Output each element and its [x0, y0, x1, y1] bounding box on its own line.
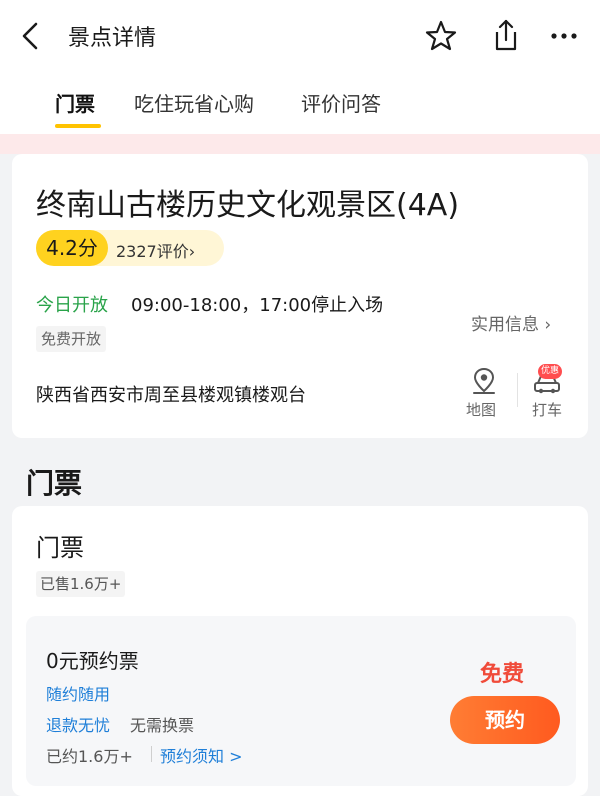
- favorite-star-icon[interactable]: [424, 18, 458, 54]
- active-tab-indicator: [55, 124, 101, 128]
- score-badge: 4.2分: [36, 230, 108, 266]
- tab-bar: 门票 吃住玩省心购 评价问答: [0, 72, 600, 134]
- no-exchange-tag: 无需换票: [130, 716, 195, 735]
- map-pin-icon[interactable]: [470, 366, 498, 396]
- booked-count: 已约1.6万+: [46, 747, 133, 766]
- ticket-name: 0元预约票: [46, 649, 139, 673]
- tab-tickets[interactable]: 门票: [55, 88, 95, 117]
- booking-notice-link[interactable]: 预约须知 >: [160, 743, 243, 767]
- share-icon[interactable]: [486, 16, 522, 54]
- practical-info-link[interactable]: 实用信息 ›: [471, 310, 551, 335]
- refund-tag: 退款无忧: [46, 716, 111, 735]
- page-title: 景点详情: [68, 26, 157, 51]
- tab-food-stay[interactable]: 吃住玩省心购: [134, 88, 254, 117]
- taxi-label[interactable]: 打车: [532, 399, 562, 420]
- top-bar: 景点详情: [0, 0, 600, 72]
- tab-reviews-qa[interactable]: 评价问答: [301, 88, 381, 117]
- back-arrow-icon[interactable]: [14, 18, 46, 54]
- address: 陕西省西安市周至县楼观镇楼观台: [36, 385, 306, 406]
- map-label[interactable]: 地图: [466, 399, 496, 420]
- open-status: 今日开放: [36, 295, 108, 316]
- tickets-section-title: 门票: [26, 467, 83, 500]
- open-hours: 09:00-18:00，17:00停止入场: [131, 295, 384, 316]
- banner-strip: [0, 134, 600, 154]
- ticket-group-title: 门票: [36, 534, 84, 562]
- divider: [517, 373, 518, 407]
- separator: [151, 746, 152, 762]
- book-button[interactable]: 预约: [450, 696, 560, 744]
- promo-badge: 优惠: [538, 364, 563, 379]
- sold-count-tag: 已售1.6万+: [36, 571, 126, 597]
- review-count-link[interactable]: 2327评价›: [116, 238, 195, 262]
- free-open-tag: 免费开放: [36, 326, 107, 352]
- more-options-icon[interactable]: [544, 20, 584, 52]
- scenic-title: 终南山古楼历史文化观景区(4A): [36, 188, 460, 223]
- flexible-use-tag: 随约随用: [46, 685, 111, 704]
- ticket-price: 免费: [480, 662, 525, 687]
